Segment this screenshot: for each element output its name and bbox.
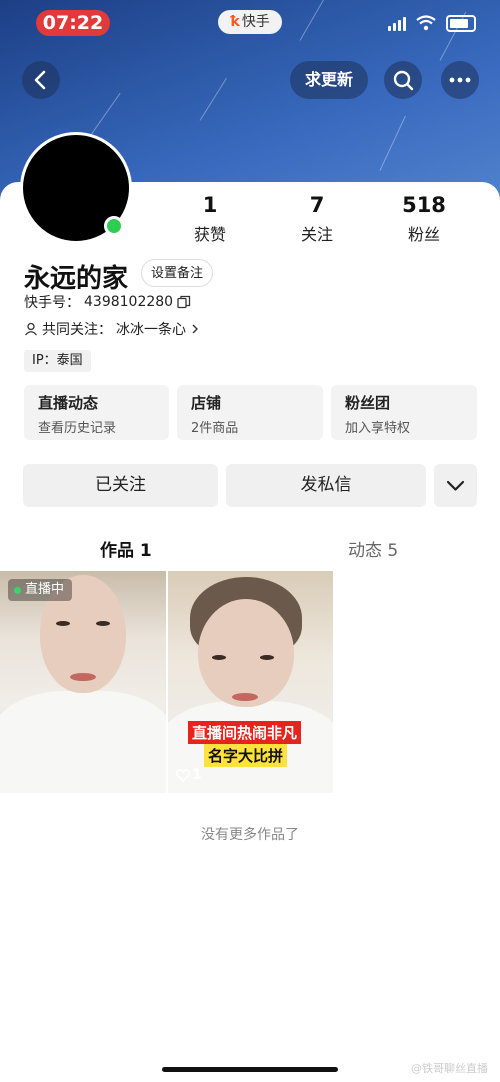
expand-dropdown-button[interactable]: [434, 464, 477, 507]
work-thumbnail-video[interactable]: 直播间热闹非凡 名字大比拼 1: [168, 571, 333, 793]
figure-eye: [96, 621, 110, 626]
chevron-down-icon: [446, 480, 465, 491]
search-button[interactable]: [384, 61, 422, 99]
live-dot-icon: [14, 586, 21, 594]
card-subtitle: 查看历史记录: [38, 421, 117, 436]
figure-head: [198, 599, 294, 707]
no-more-works-text: 没有更多作品了: [201, 827, 299, 843]
online-status-dot: [104, 216, 124, 236]
home-indicator[interactable]: [162, 1067, 338, 1072]
app-name: 快手: [241, 14, 270, 30]
figure-eye: [260, 655, 274, 660]
figure-robe: [0, 691, 166, 793]
kuaishou-id-value: 4398102280: [84, 294, 174, 310]
watermark: @铁哥聊丝直播: [411, 1062, 488, 1075]
figure-lips: [232, 693, 258, 701]
stat-following[interactable]: 7 关注: [277, 193, 357, 245]
followed-button[interactable]: 已关注: [23, 464, 218, 507]
live-badge: 直播中: [8, 579, 73, 601]
status-time: 07:22: [36, 10, 110, 36]
mutual-follow-row[interactable]: 共同关注： 冰冰一条心: [24, 319, 200, 339]
app-indicator: ꝁ 快手: [218, 10, 282, 34]
status-bar: 07:22 ꝁ 快手: [0, 8, 500, 38]
chevron-left-icon: [34, 70, 46, 90]
user-icon: [25, 322, 37, 336]
stat-value: 518: [402, 193, 446, 217]
search-icon: [393, 70, 414, 91]
copy-icon[interactable]: [177, 295, 191, 309]
figure-lips: [70, 673, 96, 681]
stat-value: 7: [309, 193, 325, 217]
tab-moments[interactable]: 动态 5: [348, 536, 398, 561]
card-title: 直播动态: [38, 394, 99, 412]
stat-value: 1: [202, 193, 218, 217]
figure-eye: [56, 621, 70, 626]
stat-label: 关注: [300, 225, 333, 244]
stat-label: 获赞: [193, 225, 226, 244]
send-message-button[interactable]: 发私信: [226, 464, 426, 507]
card-title: 店铺: [191, 394, 222, 412]
live-badge-label: 直播中: [25, 582, 65, 597]
card-title: 粉丝团: [345, 394, 391, 412]
stat-followers[interactable]: 518 粉丝: [384, 193, 464, 245]
figure-eye: [212, 655, 226, 660]
video-likes-count: 1: [192, 767, 202, 783]
stat-likes[interactable]: 1 获赞: [170, 193, 250, 245]
kuaishou-logo-icon: ꝁ: [230, 14, 240, 30]
card-shop[interactable]: 店铺 2件商品: [177, 385, 323, 440]
wifi-icon: [416, 15, 436, 31]
status-icons: [388, 12, 476, 34]
chevron-right-icon: [192, 324, 198, 334]
kuaishou-id-row: 快手号： 4398102280: [24, 292, 191, 312]
video-caption-line1: 直播间热闹非凡: [188, 721, 302, 744]
tab-works[interactable]: 作品 1: [100, 536, 152, 561]
more-button[interactable]: [441, 61, 479, 99]
stat-label: 粉丝: [407, 225, 440, 244]
mutual-name: 冰冰一条心: [116, 322, 186, 338]
signal-icon: [388, 15, 406, 31]
battery-icon: [446, 14, 476, 32]
more-dots-icon: [449, 77, 471, 83]
video-caption-line2: 名字大比拼: [204, 744, 288, 767]
mutual-label: 共同关注：: [42, 322, 112, 338]
card-live-history[interactable]: 直播动态 查看历史记录: [24, 385, 169, 440]
work-thumbnail-live[interactable]: 直播中: [0, 571, 166, 793]
video-likes: 1: [176, 767, 202, 783]
card-fan-club[interactable]: 粉丝团 加入享特权: [331, 385, 477, 440]
set-remark-button[interactable]: 设置备注: [141, 259, 213, 287]
ip-location-tag: IP：泰国: [24, 350, 91, 372]
profile-name: 永远的家: [24, 264, 129, 294]
back-button[interactable]: [22, 61, 60, 99]
card-subtitle: 加入享特权: [345, 421, 411, 436]
request-update-button[interactable]: 求更新: [290, 61, 368, 99]
heart-outline-icon: [176, 768, 190, 782]
kuaishou-id-label: 快手号：: [24, 295, 80, 311]
card-subtitle: 2件商品: [191, 421, 239, 436]
